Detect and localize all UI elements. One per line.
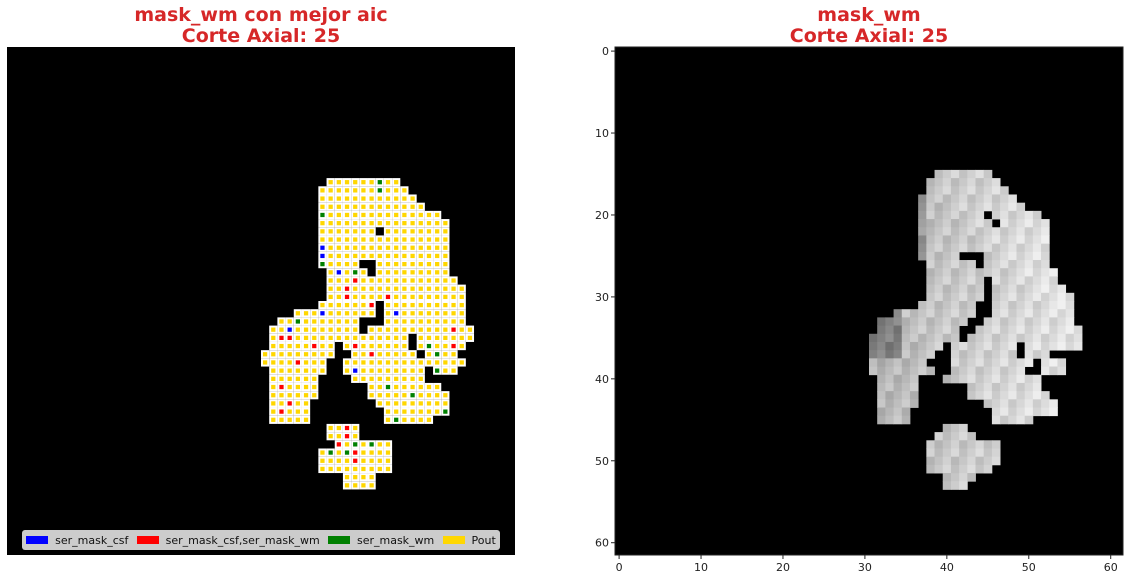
y-tick-label: 10 <box>595 127 609 140</box>
legend-item-csf: ser_mask_csf <box>26 534 128 547</box>
legend-item-pout: Pout <box>442 533 496 547</box>
x-tick-label: 50 <box>1022 561 1036 574</box>
legend-label-csf-wm: ser_mask_csf,ser_mask_wm <box>165 533 320 547</box>
x-tick-label: 10 <box>694 561 708 574</box>
x-tick-label: 60 <box>1104 561 1118 574</box>
y-tick-label: 40 <box>595 373 609 386</box>
axes-frame <box>614 46 1124 556</box>
legend-label-wm: ser_mask_wm <box>356 533 435 547</box>
right-axes: 0 10 20 30 40 50 60 0 10 20 30 40 50 60 <box>595 45 1124 574</box>
y-tick-label: 20 <box>595 209 609 222</box>
y-tick-label: 50 <box>595 455 609 468</box>
x-tick-label: 20 <box>776 561 790 574</box>
legend-swatch-csf <box>26 536 49 544</box>
legend-swatch-wm <box>327 536 350 544</box>
legend: ser_mask_csf ser_mask_csf,ser_mask_wm se… <box>22 530 500 550</box>
y-tick-label: 60 <box>595 537 609 550</box>
x-tick-label: 40 <box>940 561 954 574</box>
legend-swatch-csf-wm <box>136 536 159 544</box>
y-tick-label: 30 <box>595 291 609 304</box>
legend-label-csf: ser_mask_csf <box>55 533 129 547</box>
legend-swatch-pout <box>442 536 465 544</box>
x-tick-label: 0 <box>616 561 623 574</box>
x-tick-label: 30 <box>858 561 872 574</box>
legend-label-pout: Pout <box>471 533 496 547</box>
legend-item-csf-wm: ser_mask_csf,ser_mask_wm <box>136 533 320 547</box>
y-tick-label: 0 <box>602 45 609 58</box>
legend-item-wm: ser_mask_wm <box>327 533 435 547</box>
